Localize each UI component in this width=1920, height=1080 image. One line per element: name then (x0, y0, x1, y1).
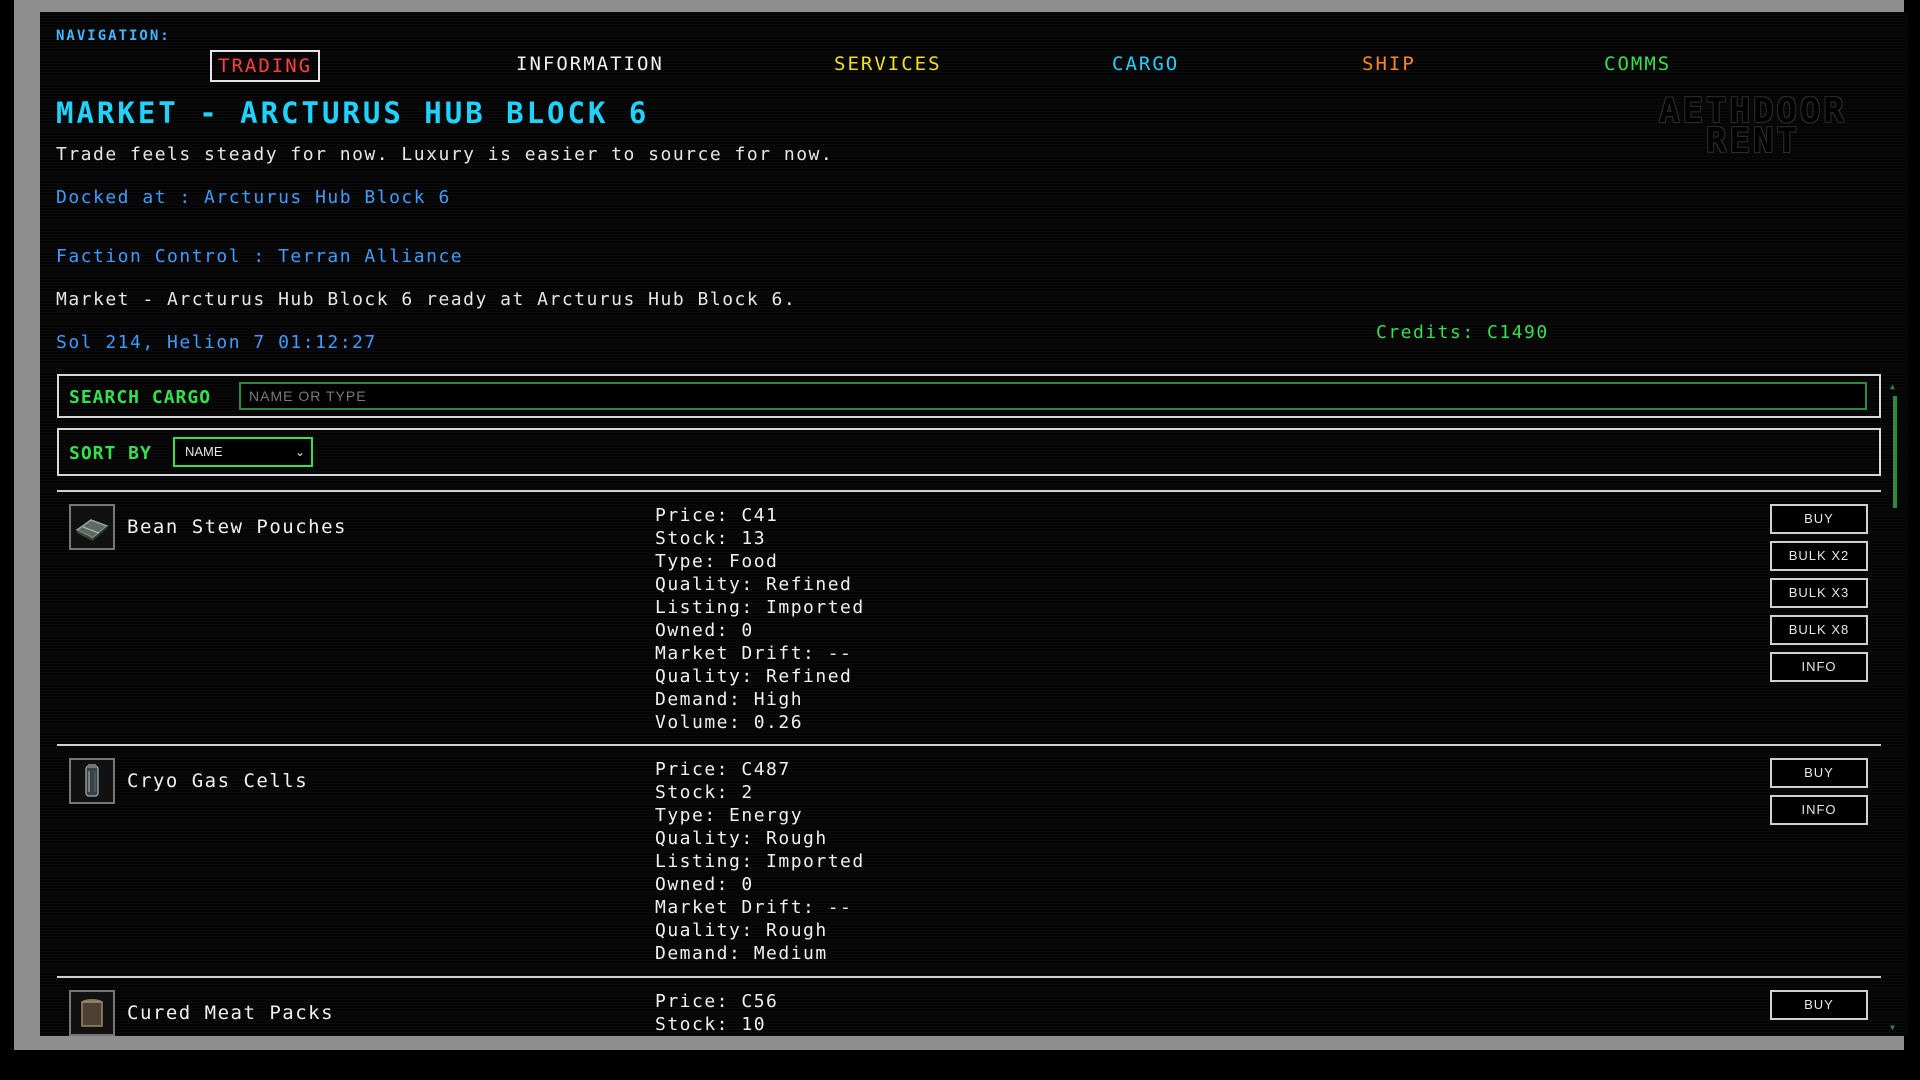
nav-tab-trading[interactable]: TRADING (210, 50, 321, 82)
gas-cylinder-icon (69, 758, 115, 804)
market-tagline: Trade feels steady for now. Luxury is ea… (56, 144, 834, 165)
item-volume: Volume: 0.26 (655, 712, 804, 733)
monitor-frame: NAVIGATION: TRADING INFORMATION SERVICES… (14, 0, 1908, 1050)
nav-tab-information[interactable]: INFORMATION (510, 50, 670, 78)
info-button[interactable]: INFO (1770, 652, 1868, 682)
sort-label: SORT BY (69, 443, 152, 464)
meat-can-icon (69, 990, 115, 1036)
credits-balance: Credits: C1490 (1376, 322, 1549, 343)
item-type: Type: Food (655, 551, 779, 572)
docked-location: Docked at : Arcturus Hub Block 6 (56, 187, 451, 208)
item-actions: BUY INFO (1770, 758, 1870, 832)
cargo-list: Bean Stew Pouches Price: C41 Stock: 13 T… (57, 490, 1881, 1036)
list-scrollbar[interactable]: ▲ ▼ (1890, 382, 1898, 1032)
item-listing: Listing: Imported (655, 851, 865, 872)
item-name: Cryo Gas Cells (127, 770, 309, 792)
scroll-thumb[interactable] (1893, 396, 1897, 508)
item-details: Price: C41 Stock: 13 Type: Food Quality:… (655, 504, 865, 734)
item-market-drift: Market Drift: -- (655, 897, 853, 918)
sort-selected-value: NAME (185, 444, 223, 459)
list-item: Bean Stew Pouches Price: C41 Stock: 13 T… (57, 490, 1881, 744)
nav-tab-comms[interactable]: COMMS (1598, 50, 1677, 78)
item-price: Price: C487 (655, 759, 791, 780)
bulk-x2-button[interactable]: BULK X2 (1770, 541, 1868, 571)
item-details: Price: C487 Stock: 2 Type: Energy Qualit… (655, 758, 865, 965)
faction-control: Faction Control : Terran Alliance (56, 246, 464, 267)
item-actions: BUY BULK X2 BULK X3 BULK X8 INFO (1770, 504, 1870, 689)
item-type: Type: Energy (655, 805, 804, 826)
item-market-drift: Market Drift: -- (655, 643, 853, 664)
search-panel: SEARCH CARGO (57, 374, 1881, 418)
item-name: Cured Meat Packs (127, 1002, 335, 1024)
item-price: Price: C41 (655, 505, 779, 526)
game-screen: NAVIGATION: TRADING INFORMATION SERVICES… (40, 12, 1908, 1036)
nav-tab-services[interactable]: SERVICES (828, 50, 948, 78)
item-stock: Stock: 10 (655, 1014, 767, 1035)
navigation-label: NAVIGATION: (56, 28, 171, 44)
game-logo: AETHDOOR RENT (1638, 94, 1868, 158)
item-quality-repeat: Quality: Refined (655, 666, 853, 687)
chevron-down-icon: ⌄ (294, 445, 305, 459)
item-stock: Stock: 2 (655, 782, 754, 803)
info-button[interactable]: INFO (1770, 795, 1868, 825)
item-demand: Demand: Medium (655, 943, 828, 964)
scroll-down-icon[interactable]: ▼ (1890, 1023, 1895, 1032)
item-price: Price: C56 (655, 991, 779, 1012)
item-demand: Demand: High (655, 689, 804, 710)
item-quality: Quality: Rough (655, 828, 828, 849)
nav-tab-cargo[interactable]: CARGO (1106, 50, 1185, 78)
item-details: Price: C56 Stock: 10 (655, 990, 778, 1036)
navigation-bar: TRADING INFORMATION SERVICES CARGO SHIP … (40, 50, 1908, 90)
buy-button[interactable]: BUY (1770, 504, 1868, 534)
item-actions: BUY (1770, 990, 1870, 1027)
bulk-x8-button[interactable]: BULK X8 (1770, 615, 1868, 645)
game-clock: Sol 214, Helion 7 01:12:27 (56, 332, 377, 353)
item-name: Bean Stew Pouches (127, 516, 347, 538)
item-quality-repeat: Quality: Rough (655, 920, 828, 941)
list-item: Cryo Gas Cells Price: C487 Stock: 2 Type… (57, 744, 1881, 976)
food-crate-icon (69, 504, 115, 550)
nav-tab-ship[interactable]: SHIP (1356, 50, 1422, 78)
list-item: Cured Meat Packs Price: C56 Stock: 10 BU… (57, 976, 1881, 1036)
item-owned: Owned: 0 (655, 620, 754, 641)
sort-panel: SORT BY NAME ⌄ (57, 428, 1881, 476)
buy-button[interactable]: BUY (1770, 990, 1868, 1020)
market-status: Market - Arcturus Hub Block 6 ready at A… (56, 289, 797, 310)
scroll-up-icon[interactable]: ▲ (1890, 382, 1895, 391)
sort-select[interactable]: NAME ⌄ (173, 437, 313, 467)
search-label: SEARCH CARGO (69, 387, 212, 408)
item-owned: Owned: 0 (655, 874, 754, 895)
bulk-x3-button[interactable]: BULK X3 (1770, 578, 1868, 608)
item-listing: Listing: Imported (655, 597, 865, 618)
page-title: MARKET - ARCTURUS HUB BLOCK 6 (56, 96, 650, 130)
item-quality: Quality: Refined (655, 574, 853, 595)
item-stock: Stock: 13 (655, 528, 767, 549)
buy-button[interactable]: BUY (1770, 758, 1868, 788)
search-input[interactable] (239, 382, 1867, 410)
